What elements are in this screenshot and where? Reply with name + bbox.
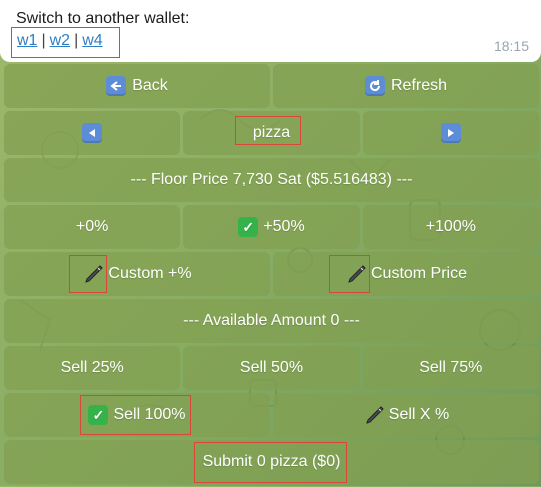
sell-50-button[interactable]: Sell 50%	[183, 346, 360, 390]
custom-price-button[interactable]: Custom Price	[273, 252, 539, 296]
highlight-box	[329, 255, 370, 293]
pct-100-button[interactable]: +100%	[362, 205, 539, 249]
sell-25-button[interactable]: Sell 25%	[4, 346, 181, 390]
pct-0-button[interactable]: +0%	[4, 205, 181, 249]
next-token-button[interactable]	[362, 111, 539, 155]
wallet-link-w1[interactable]: w1	[17, 32, 37, 49]
submit-button[interactable]: Submit 0 pizza ($0)	[4, 440, 539, 484]
wallet-link-w4[interactable]: w4	[82, 32, 102, 49]
custom-pct-label: Custom +%	[108, 265, 192, 282]
inline-keyboard: Back Refresh pizza --- Floor Price 7,730…	[4, 64, 539, 487]
custom-price-label: Custom Price	[370, 265, 468, 282]
available-label: --- Available Amount 0 ---	[183, 312, 360, 329]
pct-100-label: +100%	[425, 218, 476, 235]
link-separator: |	[41, 32, 46, 49]
sell-100-button[interactable]: ✓ Sell 100%	[4, 393, 270, 437]
left-triangle-icon	[82, 123, 103, 143]
sell-75-button[interactable]: Sell 75%	[362, 346, 539, 390]
token-name-button[interactable]: pizza	[183, 111, 360, 155]
keyboard-row-custom: Custom +% Custom Price	[4, 252, 539, 296]
highlight-box	[69, 255, 107, 293]
sell-x-label: Sell X %	[388, 406, 450, 423]
refresh-label: Refresh	[390, 77, 448, 94]
floor-price-label: --- Floor Price 7,730 Sat ($5.516483) --…	[130, 171, 413, 188]
pen-icon	[365, 406, 384, 424]
right-triangle-icon	[440, 123, 461, 143]
back-label: Back	[132, 77, 168, 94]
wallet-links: w1 | w2 | w4	[11, 27, 120, 58]
message-bubble: Switch to another wallet: w1 | w2 | w4 18:15	[0, 0, 541, 62]
wallet-link-w2[interactable]: w2	[50, 32, 70, 49]
highlight-box	[235, 116, 302, 145]
check-mark-icon: ✓	[238, 217, 259, 237]
keyboard-row-pct: +0% ✓ +50% +100%	[4, 205, 539, 249]
back-button[interactable]: Back	[4, 64, 270, 108]
link-separator: |	[74, 32, 79, 49]
back-arrow-icon	[106, 76, 127, 96]
keyboard-row-token: pizza	[4, 111, 539, 155]
sell-25-label: Sell 25%	[60, 359, 124, 376]
message-time: 18:15	[493, 38, 529, 54]
sell-50-label: Sell 50%	[239, 359, 304, 376]
keyboard-row-available: --- Available Amount 0 ---	[4, 299, 539, 343]
pct-50-label: +50%	[263, 218, 305, 235]
refresh-button[interactable]: Refresh	[273, 64, 539, 108]
keyboard-row-floor: --- Floor Price 7,730 Sat ($5.516483) --…	[4, 158, 539, 202]
keyboard-row-sell-more: ✓ Sell 100% Sell X %	[4, 393, 539, 437]
sell-75-label: Sell 75%	[419, 359, 483, 376]
floor-price-button[interactable]: --- Floor Price 7,730 Sat ($5.516483) --…	[4, 158, 539, 202]
highlight-box	[80, 395, 191, 435]
sell-x-button[interactable]: Sell X %	[273, 393, 539, 437]
keyboard-row-nav: Back Refresh	[4, 64, 539, 108]
pct-0-label: +0%	[75, 218, 109, 235]
message-text: Switch to another wallet:	[16, 10, 190, 27]
refresh-icon	[364, 76, 385, 96]
available-amount-button[interactable]: --- Available Amount 0 ---	[4, 299, 539, 343]
custom-pct-button[interactable]: Custom +%	[4, 252, 270, 296]
highlight-box	[194, 442, 347, 483]
keyboard-row-submit: Submit 0 pizza ($0)	[4, 440, 539, 484]
prev-token-button[interactable]	[4, 111, 181, 155]
keyboard-row-sell: Sell 25% Sell 50% Sell 75%	[4, 346, 539, 390]
pct-50-button[interactable]: ✓ +50%	[183, 205, 360, 249]
